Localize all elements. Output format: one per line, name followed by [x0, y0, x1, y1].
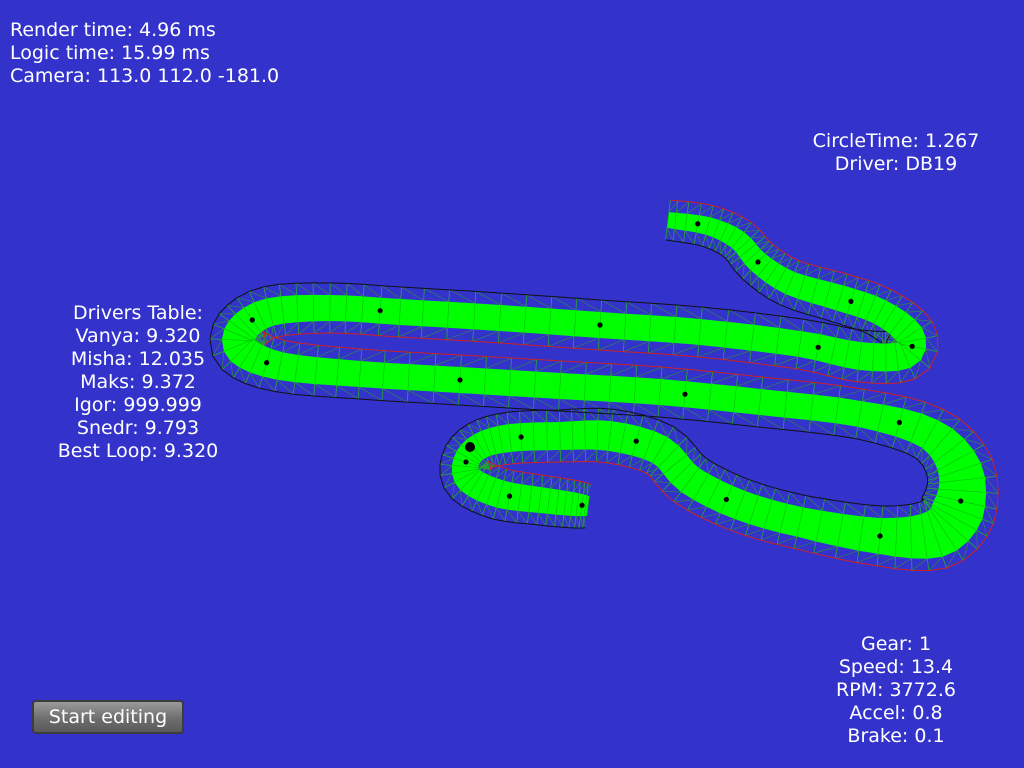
- checkpoint-dot: [958, 498, 964, 504]
- driver-row: Igor: 999.999: [74, 394, 202, 416]
- gear-readout: Gear: 1: [860, 633, 932, 655]
- checkpoint-dot: [377, 308, 383, 314]
- drivers-table: Drivers Table: Vanya: 9.320 Misha: 12.03…: [48, 302, 228, 463]
- driver-row: Vanya: 9.320: [75, 325, 201, 347]
- car-telemetry: Gear: 1 Speed: 13.4 RPM: 3772.6 Accel: 0…: [818, 633, 974, 748]
- accel-readout: Accel: 0.8: [849, 702, 943, 724]
- checkpoint-dot: [848, 298, 854, 304]
- rpm-readout: RPM: 3772.6: [836, 679, 956, 701]
- camera-readout: Camera: 113.0 112.0 -181.0: [10, 65, 280, 87]
- checkpoint-dot: [579, 502, 585, 508]
- render-time-readout: Render time: 4.96 ms: [10, 19, 216, 41]
- checkpoint-dot: [518, 434, 524, 440]
- checkpoint-dot: [463, 459, 469, 465]
- game-viewport[interactable]: Render time: 4.96 ms Logic time: 15.99 m…: [0, 0, 1024, 768]
- checkpoint-dot: [815, 344, 821, 350]
- speed-readout: Speed: 13.4: [838, 656, 954, 678]
- checkpoint-dot: [597, 322, 603, 328]
- drivers-table-title: Drivers Table:: [73, 302, 203, 324]
- driver-row: Snedr: 9.793: [76, 417, 200, 439]
- checkpoint-dot: [909, 343, 915, 349]
- lap-info: CircleTime: 1.267 Driver: DB19: [797, 130, 995, 176]
- checkpoint-dot: [457, 377, 463, 383]
- car-marker: [465, 442, 475, 452]
- brake-readout: Brake: 0.1: [847, 725, 945, 747]
- circle-time-readout: CircleTime: 1.267: [812, 130, 980, 152]
- checkpoint-dot: [755, 259, 761, 265]
- driver-readout: Driver: DB19: [834, 153, 958, 175]
- checkpoint-dot: [682, 391, 688, 397]
- checkpoint-dot: [506, 493, 513, 499]
- driver-row: Maks: 9.372: [80, 371, 196, 393]
- start-editing-button[interactable]: Start editing: [32, 700, 184, 734]
- checkpoint-dot: [264, 360, 270, 366]
- track-surface: [221, 212, 987, 559]
- checkpoint-dot: [633, 438, 639, 444]
- checkpoint-dot: [695, 221, 701, 227]
- performance-stats: Render time: 4.96 ms Logic time: 15.99 m…: [10, 19, 279, 88]
- best-loop-readout: Best Loop: 9.320: [57, 440, 219, 462]
- checkpoint-dot: [723, 496, 729, 503]
- logic-time-readout: Logic time: 15.99 ms: [10, 42, 210, 64]
- checkpoint-dot: [896, 419, 902, 426]
- checkpoint-dot: [249, 317, 255, 323]
- driver-row: Misha: 12.035: [70, 348, 206, 370]
- checkpoint-dot: [877, 533, 883, 539]
